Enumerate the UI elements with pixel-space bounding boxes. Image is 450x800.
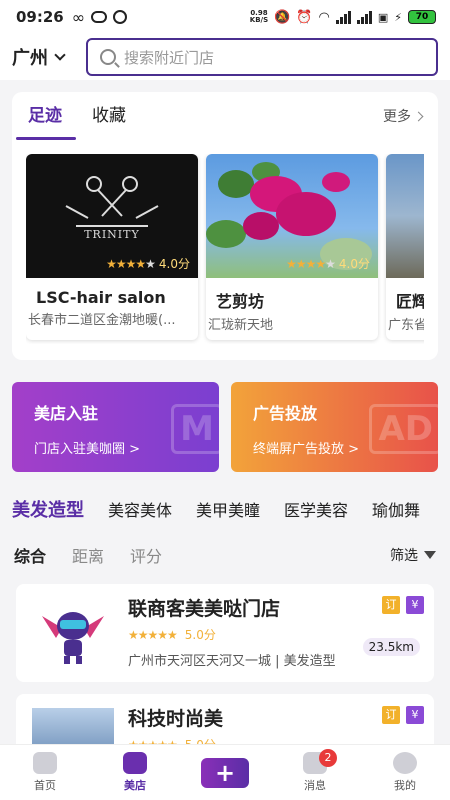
- tab-profile[interactable]: 我的: [360, 745, 450, 800]
- footprint-card: 足迹 收藏 更多 TRINITY ★★★★★ 4.0分 LSC-hair sal…: [12, 92, 438, 360]
- city-label: 广州: [12, 48, 48, 69]
- store-name: 科技时尚美: [128, 708, 224, 730]
- shop-image: [386, 154, 424, 278]
- shop-card[interactable]: TRINITY ★★★★★ 4.0分 LSC-hair salon 长春市二道区…: [26, 154, 198, 340]
- category-tabs: 美发造型 美容美体 美甲美瞳 医学美容 瑜伽舞: [0, 490, 450, 528]
- filter-button[interactable]: 筛选: [390, 545, 436, 565]
- wifi-icon: ◠: [318, 9, 330, 25]
- app-notification-icon: [113, 10, 128, 24]
- store-rating: ★★★★★ 5.0分: [128, 627, 216, 643]
- tab-messages[interactable]: 2 消息: [270, 745, 360, 800]
- shop-address: 广东省: [388, 318, 424, 333]
- tab-create[interactable]: +: [180, 745, 270, 800]
- footprint-shop-list: TRINITY ★★★★★ 4.0分 LSC-hair salon 长春市二道区…: [26, 154, 424, 344]
- shop-rating: ★★★★★ 4.0分: [286, 256, 370, 272]
- category-yoga[interactable]: 瑜伽舞: [372, 497, 420, 521]
- bottom-tab-bar: 首页 美店 + 2 消息 我的: [0, 744, 450, 800]
- store-icon: [123, 752, 147, 774]
- shop-address: 汇珑新天地: [208, 318, 274, 333]
- home-icon: [33, 752, 57, 774]
- salon-logo-text: TRINITY: [84, 228, 140, 241]
- mute-icon: 🔕: [274, 9, 291, 25]
- shop-card[interactable]: 匠辉 广东省: [386, 154, 424, 340]
- more-link[interactable]: 更多: [383, 106, 424, 126]
- network-speed: 0.98 KB/S: [249, 9, 269, 24]
- footprint-tabs: 足迹 收藏 更多: [12, 92, 438, 140]
- store-avatar-icon: [42, 612, 104, 664]
- status-bar: 09:26 ∞ 0.98 KB/S 🔕 ⏰ ◠ ▣ ⚡ 70: [0, 0, 450, 34]
- shop-card[interactable]: ★★★★★ 4.0分 艺剪坊 汇珑新天地: [206, 154, 378, 340]
- charging-icon: ⚡: [394, 10, 402, 24]
- promo-ad-icon: AD: [369, 404, 438, 454]
- alarm-icon: ⏰: [296, 9, 313, 25]
- payment-badge: ¥: [406, 596, 424, 614]
- signal-icon-1: [335, 10, 351, 24]
- shop-address: 长春市二道区金潮地暖(...: [28, 313, 176, 328]
- store-address: 广州市天河区天河又一城 | 美发造型: [128, 654, 336, 669]
- search-placeholder: 搜索附近门店: [124, 48, 215, 67]
- store-badges: 订 ¥: [382, 596, 424, 614]
- tab-store[interactable]: 美店: [90, 745, 180, 800]
- search-input[interactable]: 搜索附近门店: [86, 38, 438, 76]
- status-time: 09:26: [16, 8, 64, 26]
- shop-image: TRINITY ★★★★★ 4.0分: [26, 154, 198, 278]
- payment-badge: ¥: [406, 706, 424, 724]
- top-header: 广州 搜索附近门店: [0, 34, 450, 80]
- shop-name: LSC-hair salon: [36, 288, 166, 307]
- shop-name: 艺剪坊: [216, 292, 265, 311]
- shop-image: ★★★★★ 4.0分: [206, 154, 378, 278]
- profile-icon: [393, 752, 417, 774]
- store-name: 联商客美美哒门店: [128, 598, 281, 620]
- search-icon: [100, 49, 116, 65]
- sort-bar: 综合 距离 评分 筛选: [0, 538, 450, 572]
- sim-icon: ▣: [377, 10, 389, 24]
- tab-favorites[interactable]: 收藏: [92, 92, 126, 140]
- category-beauty[interactable]: 美容美体: [108, 497, 172, 521]
- message-count-badge: 2: [319, 749, 337, 767]
- chat-icon: [91, 11, 108, 23]
- rating-stars-icon: ★★★★★: [286, 256, 336, 271]
- shop-rating: ★★★★★ 4.0分: [106, 256, 190, 272]
- plus-icon: +: [201, 757, 249, 788]
- shop-name: 匠辉: [396, 292, 424, 311]
- promo-store-icon: M: [171, 404, 219, 454]
- promo-store-join[interactable]: 美店入驻 门店入驻美咖圈 > M: [12, 382, 219, 472]
- sort-distance[interactable]: 距离: [72, 543, 104, 567]
- category-medical[interactable]: 医学美容: [284, 497, 348, 521]
- filter-icon: [424, 551, 436, 559]
- signal-icon-2: [356, 10, 372, 24]
- store-distance: 23.5km: [362, 638, 420, 656]
- store-list-item[interactable]: 联商客美美哒门店 ★★★★★ 5.0分 广州市天河区天河又一城 | 美发造型 订…: [16, 584, 434, 682]
- battery-icon: 70: [408, 10, 436, 24]
- category-nails[interactable]: 美甲美瞳: [196, 497, 260, 521]
- store-badges: 订 ¥: [382, 706, 424, 724]
- booking-badge: 订: [382, 706, 400, 724]
- tab-footprint[interactable]: 足迹: [16, 92, 76, 140]
- sort-overall[interactable]: 综合: [14, 543, 46, 567]
- infinity-icon: ∞: [71, 7, 86, 27]
- booking-badge: 订: [382, 596, 400, 614]
- city-selector[interactable]: 广州: [12, 44, 86, 70]
- promo-advertising[interactable]: 广告投放 终端屏广告投放 > AD: [231, 382, 438, 472]
- app-root: 09:26 ∞ 0.98KB/S 🔕 ⏰ ◠ ▣ ⚡ 70 广州 搜索附近门店: [0, 0, 450, 800]
- chevron-down-icon: [54, 49, 66, 61]
- rating-stars-icon: ★★★★★: [128, 627, 178, 642]
- sort-rating[interactable]: 评分: [130, 543, 162, 567]
- category-hair[interactable]: 美发造型: [12, 496, 84, 522]
- tab-home[interactable]: 首页: [0, 745, 90, 800]
- rating-stars-icon: ★★★★★: [106, 256, 156, 271]
- chevron-right-icon: [413, 111, 424, 121]
